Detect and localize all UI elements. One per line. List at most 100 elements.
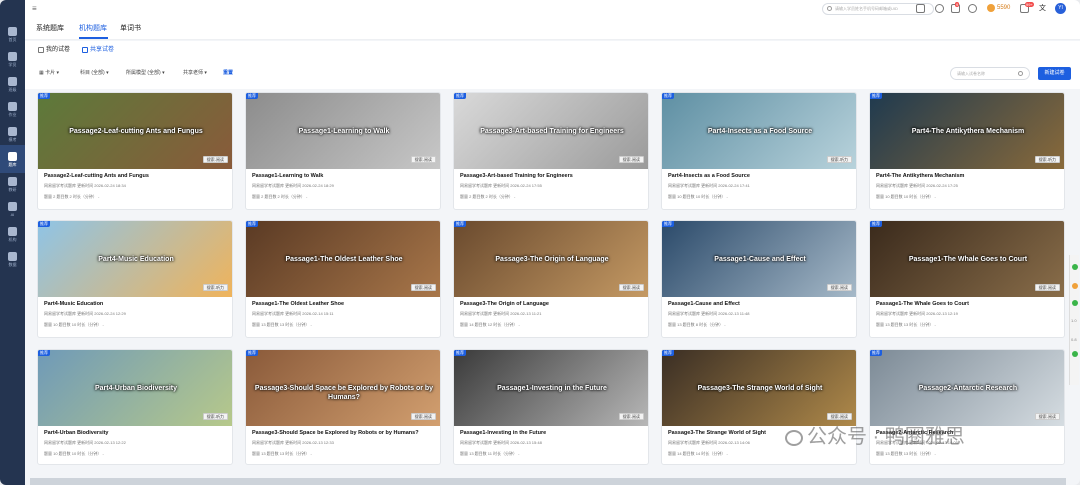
sidebar-item-label: AI (10, 211, 15, 217)
view-mode-label: 卡片 (45, 70, 56, 76)
thumbnail-title: Part4-Insects as a Food Source (707, 128, 813, 135)
sidebar-item-4[interactable]: 模考 (0, 120, 25, 148)
paper-thumbnail[interactable]: 推荐 Passage2-Antarctic Research 搜索-阅读 (870, 350, 1064, 426)
paper-stats: 题量 10 题目数 10 时长（分钟） - (876, 194, 936, 199)
paper-title[interactable]: Passage2-Leaf-cutting Ants and Fungus (44, 173, 149, 180)
paper-thumbnail[interactable]: 推荐 Passage3-The Origin of Language 搜索-阅读 (454, 221, 648, 297)
compass-icon[interactable] (968, 4, 977, 13)
sidebar-item-6[interactable]: 教研 (0, 170, 25, 198)
sidebar-item-1[interactable]: 学员 (0, 45, 25, 73)
thumbnail-title: Passage2-Antarctic Research (918, 385, 1018, 392)
paper-card[interactable]: 推荐 Passage3-Art-based Training for Engine… (453, 92, 649, 210)
paper-card[interactable]: 推荐 Part4-Urban Biodiversity 搜索-听力 Part4-Urb… (37, 349, 233, 465)
new-paper-button[interactable]: 新建试卷 (1038, 67, 1071, 80)
document-icon[interactable] (916, 4, 925, 13)
paper-card[interactable]: 推荐 Passage3-Should Space be Explored by R… (245, 349, 441, 465)
tab-wordbook[interactable]: 单词书 (120, 24, 141, 33)
paper-card[interactable]: 推荐 Passage2-Leaf-cutting Ants and Fungus 搜… (37, 92, 233, 210)
sidebar-item-7[interactable]: AI (0, 195, 25, 223)
paper-thumbnail[interactable]: 推荐 Part4-The Antikythera Mechanism 搜索-听力 (870, 93, 1064, 169)
sidebar-item-5[interactable]: 题库 (0, 145, 25, 173)
recommend-tag: 推荐 (870, 93, 882, 99)
tab-shared-papers[interactable]: 共享试卷 (82, 46, 114, 54)
paper-title[interactable]: Passage3-The Strange World of Sight (668, 430, 766, 437)
paper-stats: 题量 14 题目数 12 时长（分钟） - (460, 322, 520, 327)
avatar[interactable]: YI (1055, 3, 1066, 14)
paper-title[interactable]: Passage1-Cause and Effect (668, 301, 740, 308)
paper-search-placeholder: 请输入试卷名称 (957, 71, 985, 76)
paper-type-badge: 搜索-阅读 (618, 413, 644, 420)
recommend-tag: 推荐 (454, 221, 466, 227)
sidebar-item-icon (8, 26, 17, 36)
thumbnail-title: Part4-Music Education (98, 256, 174, 263)
paper-thumbnail[interactable]: 推荐 Passage3-Art-based Training for Engine… (454, 93, 648, 169)
sidebar-item-9[interactable]: 数据 (0, 245, 25, 273)
paper-title[interactable]: Part4-Insects as a Food Source (668, 173, 750, 180)
paper-card[interactable]: 推荐 Passage1-Learning to Walk 搜索-阅读 Passage1… (245, 92, 441, 210)
menu-icon[interactable]: ≡ (32, 4, 37, 13)
paper-thumbnail[interactable]: 推荐 Part4-Urban Biodiversity 搜索-听力 (38, 350, 232, 426)
subject-filter[interactable]: 科目 (全部) ▾ (80, 70, 109, 77)
thumbnail-title: Passage1-Investing in the Future (497, 385, 607, 392)
paper-meta: 网易留学考试题库 更新时间 2026-02-13 15:48 (460, 440, 542, 445)
paper-thumbnail[interactable]: 推荐 Passage1-Investing in the Future 搜索-阅读 (454, 350, 648, 426)
paper-thumbnail[interactable]: 推荐 Passage3-The Strange World of Sight 搜索-… (662, 350, 856, 426)
paper-title[interactable]: Part4-The Antikythera Mechanism (876, 173, 964, 180)
paper-stats: 题量 13 题目数 13 时长（分钟） - (252, 451, 312, 456)
paper-title[interactable]: Passage1-The Whale Goes to Court (876, 301, 969, 308)
sidebar-item-icon (8, 251, 17, 261)
sidebar-item-8[interactable]: 机构 (0, 220, 25, 248)
paper-title[interactable]: Passage3-Should Space be Explored by Rob… (252, 430, 419, 437)
paper-card[interactable]: 推荐 Part4-The Antikythera Mechanism 搜索-听力 Pa… (869, 92, 1065, 210)
check-icon[interactable] (1072, 264, 1078, 270)
paper-title[interactable]: Passage1-The Oldest Leather Shoe (252, 301, 344, 308)
paper-thumbnail[interactable]: 推荐 Passage1-The Oldest Leather Shoe 搜索-阅读 (246, 221, 440, 297)
thumbnail-title: Passage3-Should Space be Explored by Rob… (254, 385, 434, 401)
paper-thumbnail[interactable]: 推荐 Passage1-Learning to Walk 搜索-阅读 (246, 93, 440, 169)
paper-title[interactable]: Passage1-Investing in the Future (460, 430, 546, 437)
paper-search-input[interactable]: 请输入试卷名称 (950, 67, 1030, 80)
paper-thumbnail[interactable]: 推荐 Passage1-The Whale Goes to Court 搜索-阅读 (870, 221, 1064, 297)
paper-type-badge: 搜索-阅读 (1034, 284, 1060, 291)
coin-icon[interactable] (1072, 283, 1078, 289)
paper-card[interactable]: 推荐 Part4-Music Education 搜索-听力 Part4-Music … (37, 220, 233, 338)
paper-thumbnail[interactable]: 推荐 Passage3-Should Space be Explored by R… (246, 350, 440, 426)
tab-my-papers[interactable]: 我的试卷 (38, 46, 70, 54)
paper-title[interactable]: Part4-Urban Biodiversity (44, 430, 109, 437)
translate-icon[interactable]: 文 (1039, 4, 1048, 13)
chat-icon[interactable] (1072, 300, 1078, 306)
paper-title[interactable]: Part4-Music Education (44, 301, 103, 308)
recommend-tag: 推荐 (246, 93, 258, 99)
paper-stats: 题量 13 题目数 13 时长（分钟） - (876, 451, 936, 456)
paper-meta: 网易留学考试题库 更新时间 2026-02-13 12:19 (876, 311, 958, 316)
paper-card[interactable]: 推荐 Passage1-Cause and Effect 搜索-阅读 Passage1… (661, 220, 857, 338)
paper-card[interactable]: 推荐 Passage3-The Origin of Language 搜索-阅读 Pa… (453, 220, 649, 338)
paper-thumbnail[interactable]: 推荐 Part4-Music Education 搜索-听力 (38, 221, 232, 297)
type-filter[interactable]: 所属模型 (全部) ▾ (126, 70, 165, 77)
sidebar-item-0[interactable]: 首页 (0, 20, 25, 48)
document-icon (38, 47, 44, 53)
tab-institution-library[interactable]: 机构题库 (79, 24, 107, 33)
paper-stats: 题量 14 题目数 14 时长（分钟） - (668, 451, 728, 456)
paper-thumbnail[interactable]: 推荐 Part4-Insects as a Food Source 搜索-听力 (662, 93, 856, 169)
paper-meta: 网易留学考试题库 更新时间 2026-02-24 17:55 (460, 183, 542, 188)
paper-title[interactable]: Passage3-Art-based Training for Engineer… (460, 173, 573, 180)
paper-card[interactable]: 推荐 Passage1-Investing in the Future 搜索-阅读 P… (453, 349, 649, 465)
paper-thumbnail[interactable]: 推荐 Passage1-Cause and Effect 搜索-阅读 (662, 221, 856, 297)
reset-button[interactable]: 重置 (223, 70, 233, 77)
paper-card[interactable]: 推荐 Passage1-The Oldest Leather Shoe 搜索-阅读 P… (245, 220, 441, 338)
owner-filter[interactable]: 共享老师 ▾ (183, 70, 207, 77)
paper-type-badge: 搜索-听力 (1034, 156, 1060, 163)
tab-system-library[interactable]: 系统题库 (36, 24, 64, 33)
sidebar-item-3[interactable]: 作业 (0, 95, 25, 123)
scroll-indicator[interactable] (1072, 351, 1078, 357)
location-icon[interactable] (935, 4, 944, 13)
view-mode-select[interactable]: ▦ 卡片 ▾ (39, 70, 59, 77)
paper-thumbnail[interactable]: 推荐 Passage2-Leaf-cutting Ants and Fungus 搜… (38, 93, 232, 169)
paper-title[interactable]: Passage1-Learning to Walk (252, 173, 323, 180)
paper-card[interactable]: 推荐 Part4-Insects as a Food Source 搜索-听力 Par… (661, 92, 857, 210)
paper-card[interactable]: 推荐 Passage1-The Whale Goes to Court 搜索-阅读 P… (869, 220, 1065, 338)
paper-stats: 题量 2 题目数 2 时长（分钟） - (44, 194, 100, 199)
paper-title[interactable]: Passage3-The Origin of Language (460, 301, 549, 308)
sidebar-item-2[interactable]: 班级 (0, 70, 25, 98)
